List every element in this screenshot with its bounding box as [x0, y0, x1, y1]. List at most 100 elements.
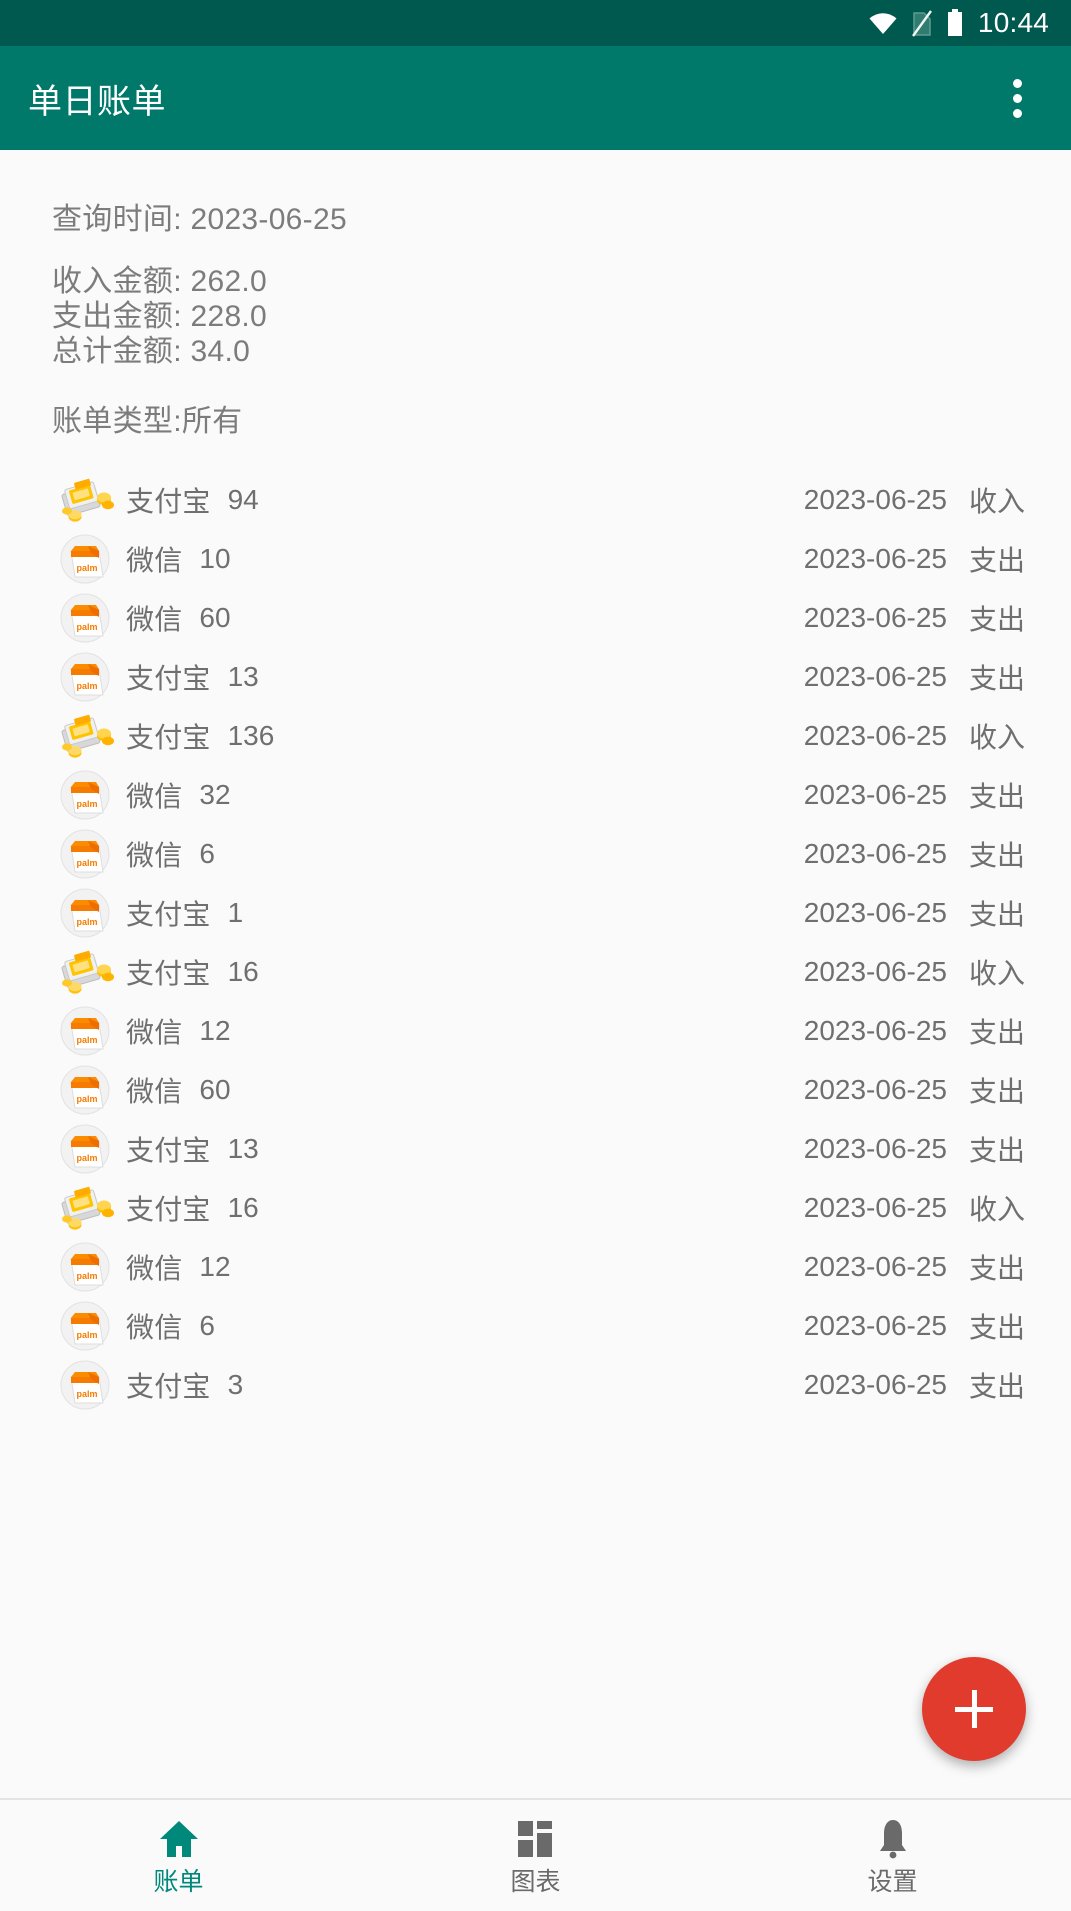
bottom-navigation: 账单 图表 设置: [0, 1798, 1071, 1911]
nav-item-label: 账单: [153, 1867, 204, 1896]
bill-date: 2023-06-25: [803, 1250, 947, 1282]
expense-amount-label: 支出金额: 228.0: [52, 300, 268, 334]
bill-source-label: 支付宝: [126, 1134, 211, 1166]
income-money-icon: [58, 710, 116, 762]
bill-row[interactable]: palm 支付宝 13 2023-06-25 支出: [0, 1119, 1071, 1178]
bill-date: 2023-06-25: [803, 1191, 947, 1223]
expense-bag-icon: palm: [58, 887, 116, 939]
bill-row[interactable]: palm 微信 6 2023-06-25 支出: [0, 824, 1071, 883]
bill-amount: 1: [227, 896, 244, 928]
svg-text:palm: palm: [76, 799, 97, 809]
expense-bag-icon: palm: [58, 592, 116, 644]
expense-bag-icon: palm: [58, 1241, 116, 1293]
summary-amounts: 收入金额: 262.0 支出金额: 228.0 总计金额: 34.0: [52, 264, 1071, 369]
svg-text:palm: palm: [76, 1389, 97, 1399]
bill-type: 支出: [969, 603, 1026, 635]
app-bar: 单日账单: [0, 46, 1071, 150]
svg-text:palm: palm: [76, 858, 97, 868]
bill-amount: 13: [227, 1132, 259, 1164]
bill-type: 收入: [969, 1193, 1026, 1225]
expense-bag-icon: palm: [58, 769, 116, 821]
bill-row[interactable]: 支付宝 16 2023-06-25 收入: [0, 1178, 1071, 1237]
bill-row[interactable]: palm 微信 60 2023-06-25 支出: [0, 588, 1071, 647]
expense-bag-icon: palm: [58, 1064, 116, 1116]
bill-date: 2023-06-25: [803, 601, 947, 633]
bill-amount: 16: [227, 955, 259, 987]
expense-bag-icon: palm: [58, 1300, 116, 1352]
bill-amount: 10: [199, 542, 231, 574]
expense-bag-icon: palm: [58, 1359, 116, 1411]
bill-amount: 136: [227, 719, 275, 751]
nav-item-3[interactable]: 设置: [714, 1800, 1071, 1911]
bill-source-label: 微信: [126, 1252, 183, 1284]
svg-text:palm: palm: [76, 1153, 97, 1163]
bill-type-label: 账单类型:所有: [52, 405, 243, 439]
bill-amount: 13: [227, 660, 259, 692]
bill-source-label: 支付宝: [126, 1193, 211, 1225]
bill-type: 支出: [969, 1134, 1026, 1166]
bill-row[interactable]: palm 支付宝 3 2023-06-25 支出: [0, 1355, 1071, 1414]
bill-source-label: 微信: [126, 544, 183, 576]
bill-type: 支出: [969, 662, 1026, 694]
svg-text:palm: palm: [76, 1330, 97, 1340]
nav-item-label: 设置: [867, 1867, 918, 1896]
bill-row[interactable]: palm 微信 32 2023-06-25 支出: [0, 765, 1071, 824]
bill-amount: 12: [199, 1250, 231, 1282]
bill-source-label: 支付宝: [126, 957, 211, 989]
bill-date: 2023-06-25: [803, 483, 947, 515]
wifi-icon: [868, 11, 898, 35]
bill-source-label: 微信: [126, 603, 183, 635]
bill-row[interactable]: palm 支付宝 13 2023-06-25 支出: [0, 647, 1071, 706]
svg-text:palm: palm: [76, 563, 97, 573]
bill-row[interactable]: palm 微信 6 2023-06-25 支出: [0, 1296, 1071, 1355]
bill-row[interactable]: palm 微信 12 2023-06-25 支出: [0, 1001, 1071, 1060]
bill-type: 支出: [969, 544, 1026, 576]
bill-date: 2023-06-25: [803, 1073, 947, 1105]
bill-row[interactable]: palm 微信 60 2023-06-25 支出: [0, 1060, 1071, 1119]
bill-source-label: 微信: [126, 780, 183, 812]
svg-text:palm: palm: [76, 1271, 97, 1281]
svg-text:palm: palm: [76, 1035, 97, 1045]
bill-row[interactable]: palm 微信 10 2023-06-25 支出: [0, 529, 1071, 588]
add-bill-fab[interactable]: [922, 1657, 1026, 1761]
bill-type: 支出: [969, 1311, 1026, 1343]
svg-text:palm: palm: [76, 681, 97, 691]
bill-amount: 60: [199, 1073, 231, 1105]
nav-item-1[interactable]: 账单: [0, 1800, 357, 1911]
bill-type: 支出: [969, 839, 1026, 871]
svg-text:palm: palm: [76, 1094, 97, 1104]
income-money-icon: [58, 946, 116, 998]
bill-amount: 32: [199, 778, 231, 810]
bill-row[interactable]: palm 支付宝 1 2023-06-25 支出: [0, 883, 1071, 942]
bill-date: 2023-06-25: [803, 1014, 947, 1046]
bill-type: 收入: [969, 957, 1026, 989]
bill-date: 2023-06-25: [803, 1309, 947, 1341]
bill-type: 收入: [969, 485, 1026, 517]
status-bar: 10:44: [0, 0, 1071, 46]
more-vertical-icon[interactable]: [989, 63, 1045, 133]
bill-date: 2023-06-25: [803, 778, 947, 810]
bill-type: 收入: [969, 721, 1026, 753]
bill-row[interactable]: 支付宝 94 2023-06-25 收入: [0, 470, 1071, 529]
bill-type: 支出: [969, 898, 1026, 930]
bill-date: 2023-06-25: [803, 837, 947, 869]
bill-source-label: 支付宝: [126, 898, 211, 930]
expense-bag-icon: palm: [58, 1123, 116, 1175]
svg-text:palm: palm: [76, 622, 97, 632]
plus-icon-vertical: [971, 1690, 977, 1728]
no-sim-icon: [911, 9, 933, 37]
bill-row[interactable]: 支付宝 136 2023-06-25 收入: [0, 706, 1071, 765]
bill-amount: 6: [199, 1309, 215, 1341]
query-time-label: 查询时间: 2023-06-25: [52, 203, 347, 236]
nav-item-2[interactable]: 图表: [357, 1800, 714, 1911]
bill-amount: 94: [227, 483, 259, 515]
bill-date: 2023-06-25: [803, 660, 947, 692]
bill-date: 2023-06-25: [803, 955, 947, 987]
bill-amount: 6: [199, 837, 215, 869]
bill-source-label: 微信: [126, 839, 183, 871]
bill-source-label: 支付宝: [126, 485, 211, 517]
bill-row[interactable]: palm 微信 12 2023-06-25 支出: [0, 1237, 1071, 1296]
bill-amount: 16: [227, 1191, 259, 1223]
bill-row[interactable]: 支付宝 16 2023-06-25 收入: [0, 942, 1071, 1001]
income-money-icon: [58, 474, 116, 526]
